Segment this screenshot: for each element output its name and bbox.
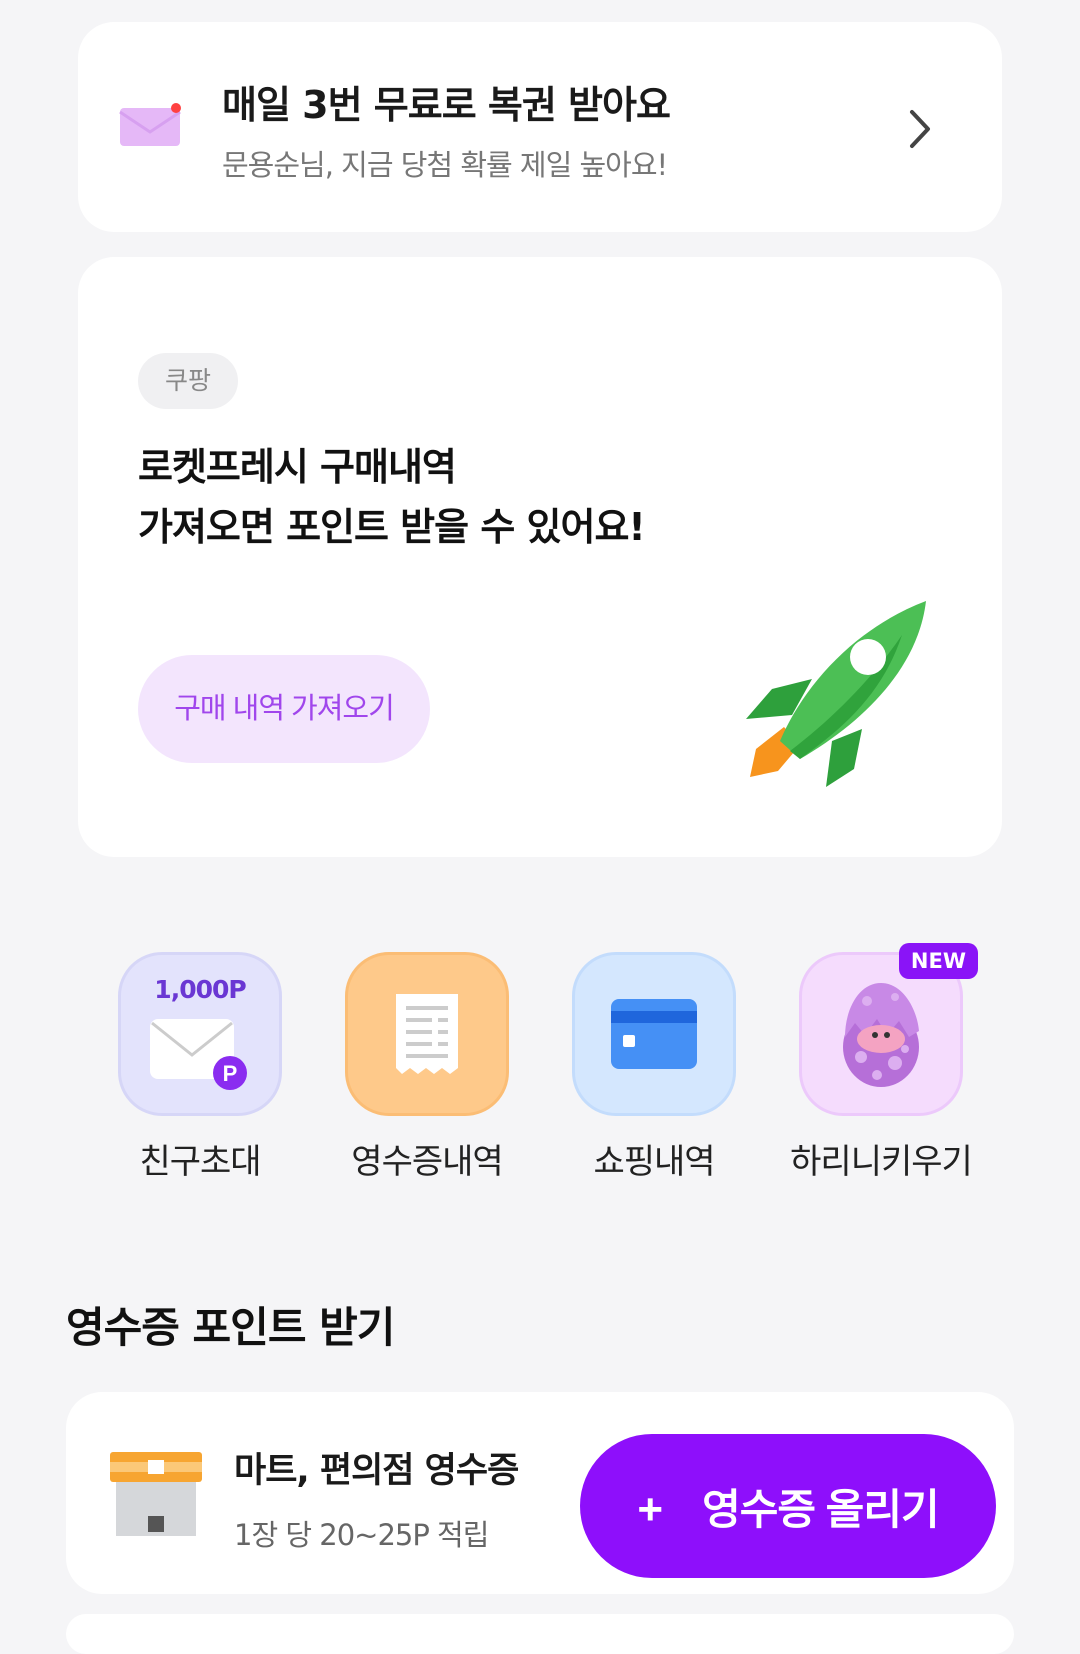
quick-menu-receipts[interactable]: 영수증내역: [345, 952, 509, 1183]
receipt-item-subtitle: 1장 당 20~25P 적립: [234, 1518, 489, 1552]
envelope-icon: [119, 103, 181, 146]
lottery-title: 매일 3번 무료로 복권 받아요: [222, 83, 671, 127]
hariny-label: 하리니키우기: [790, 1142, 973, 1182]
invite-label: 친구초대: [139, 1142, 261, 1182]
svg-text:P: P: [223, 1061, 238, 1086]
plus-icon: +: [637, 1484, 663, 1534]
lottery-card[interactable]: 매일 3번 무료로 복권 받아요 문용순님, 지금 당첨 확률 제일 높아요!: [78, 22, 1002, 232]
upload-receipt-button[interactable]: + 영수증 올리기: [580, 1434, 996, 1578]
card-icon: [611, 999, 697, 1069]
promo-headline-line1: 로켓프레시 구매내역: [138, 445, 457, 489]
upload-receipt-label: 영수증 올리기: [702, 1485, 940, 1533]
quick-menu-invite[interactable]: 1,000P P 친구초대: [118, 952, 282, 1183]
lottery-subtitle: 문용순님, 지금 당첨 확률 제일 높아요!: [222, 148, 668, 182]
section-title: 영수증 포인트 받기: [66, 1303, 395, 1352]
egg-character-icon: [843, 983, 919, 1087]
hariny-icon-tile: NEW: [799, 943, 978, 1116]
receipt-icon-tile: [345, 952, 509, 1116]
receipt-upload-card: 마트, 편의점 영수증 1장 당 20~25P 적립 + 영수증 올리기: [66, 1392, 1014, 1594]
chevron-right-icon: [910, 110, 930, 148]
import-purchase-button[interactable]: 구매 내역 가져오기: [138, 655, 430, 763]
new-badge: NEW: [898, 943, 978, 979]
quick-menu-shopping[interactable]: 쇼핑내역: [572, 952, 736, 1183]
promo-headline-line2: 가져오면 포인트 받을 수 있어요!: [138, 505, 646, 549]
promo-headline: 로켓프레시 구매내역 가져오면 포인트 받을 수 있어요!: [138, 437, 646, 557]
quick-menu-hariny[interactable]: NEW 하리니키우기: [790, 943, 978, 1183]
rocket-icon: [746, 601, 926, 787]
receipt-item-title: 마트, 편의점 영수증: [234, 1451, 519, 1491]
invite-envelope-icon: P: [150, 1019, 247, 1090]
receipts-label: 영수증내역: [351, 1142, 503, 1182]
store-tag: 쿠팡: [138, 353, 238, 409]
invite-icon-tile: 1,000P P: [118, 952, 282, 1116]
next-card-partial: [66, 1614, 1014, 1654]
shopping-icon-tile: [572, 952, 736, 1116]
shopping-label: 쇼핑내역: [593, 1142, 715, 1182]
store-icon: [110, 1452, 202, 1536]
receipt-icon: [396, 994, 458, 1074]
invite-points: 1,000P: [154, 975, 246, 1004]
coupang-promo-card: 쿠팡 로켓프레시 구매내역 가져오면 포인트 받을 수 있어요! 구매 내역 가…: [78, 257, 1002, 857]
